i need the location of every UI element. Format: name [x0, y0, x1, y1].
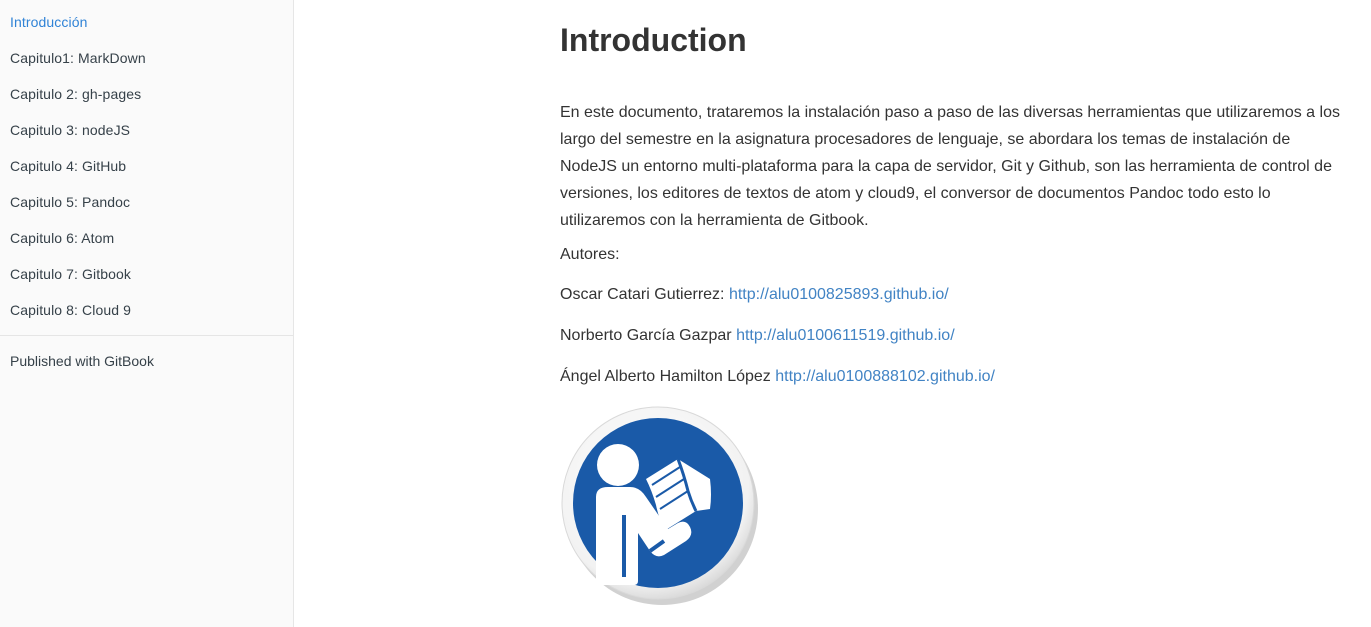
sidebar-item-capitulo-6[interactable]: Capitulo 6: Atom — [0, 220, 293, 256]
author-entry: Ángel Alberto Hamilton López http://alu0… — [560, 367, 1350, 387]
summary-list: Introducción Capitulo1: MarkDown Capitul… — [0, 0, 293, 328]
sidebar-item-introduccion[interactable]: Introducción — [0, 4, 293, 40]
sidebar-item-capitulo-4[interactable]: Capitulo 4: GitHub — [0, 148, 293, 184]
page-title: Introduction — [560, 22, 747, 58]
sidebar-divider — [0, 335, 293, 336]
author-entry: Oscar Catari Gutierrez: http://alu010082… — [560, 285, 1350, 305]
sidebar-item-capitulo-7[interactable]: Capitulo 7: Gitbook — [0, 256, 293, 292]
author-link[interactable]: http://alu0100825893.github.io/ — [729, 286, 949, 303]
author-link[interactable]: http://alu0100888102.github.io/ — [775, 368, 995, 385]
authors-label: Autores: — [560, 246, 620, 263]
main-content: Introduction En este documento, tratarem… — [560, 0, 1350, 605]
author-link[interactable]: http://alu0100611519.github.io/ — [736, 327, 955, 344]
sidebar-item-capitulo-8[interactable]: Capitulo 8: Cloud 9 — [0, 292, 293, 328]
author-entry: Norberto García Gazpar http://alu0100611… — [560, 326, 1350, 346]
author-name: Norberto García Gazpar — [560, 327, 732, 344]
sidebar: Introducción Capitulo1: MarkDown Capitul… — [0, 0, 294, 627]
sidebar-item-capitulo-1[interactable]: Capitulo1: MarkDown — [0, 40, 293, 76]
sidebar-item-capitulo-5[interactable]: Capitulo 5: Pandoc — [0, 184, 293, 220]
sidebar-item-capitulo-3[interactable]: Capitulo 3: nodeJS — [0, 112, 293, 148]
reading-person-icon — [560, 405, 760, 605]
sidebar-item-capitulo-2[interactable]: Capitulo 2: gh-pages — [0, 76, 293, 112]
gitbook-page: Introducción Capitulo1: MarkDown Capitul… — [0, 0, 1371, 627]
author-name: Oscar Catari Gutierrez: — [560, 286, 725, 303]
intro-paragraph: En este documento, trataremos la instala… — [560, 104, 1340, 229]
published-with-gitbook-link[interactable]: Published with GitBook — [0, 345, 293, 377]
author-name: Ángel Alberto Hamilton López — [560, 368, 771, 385]
